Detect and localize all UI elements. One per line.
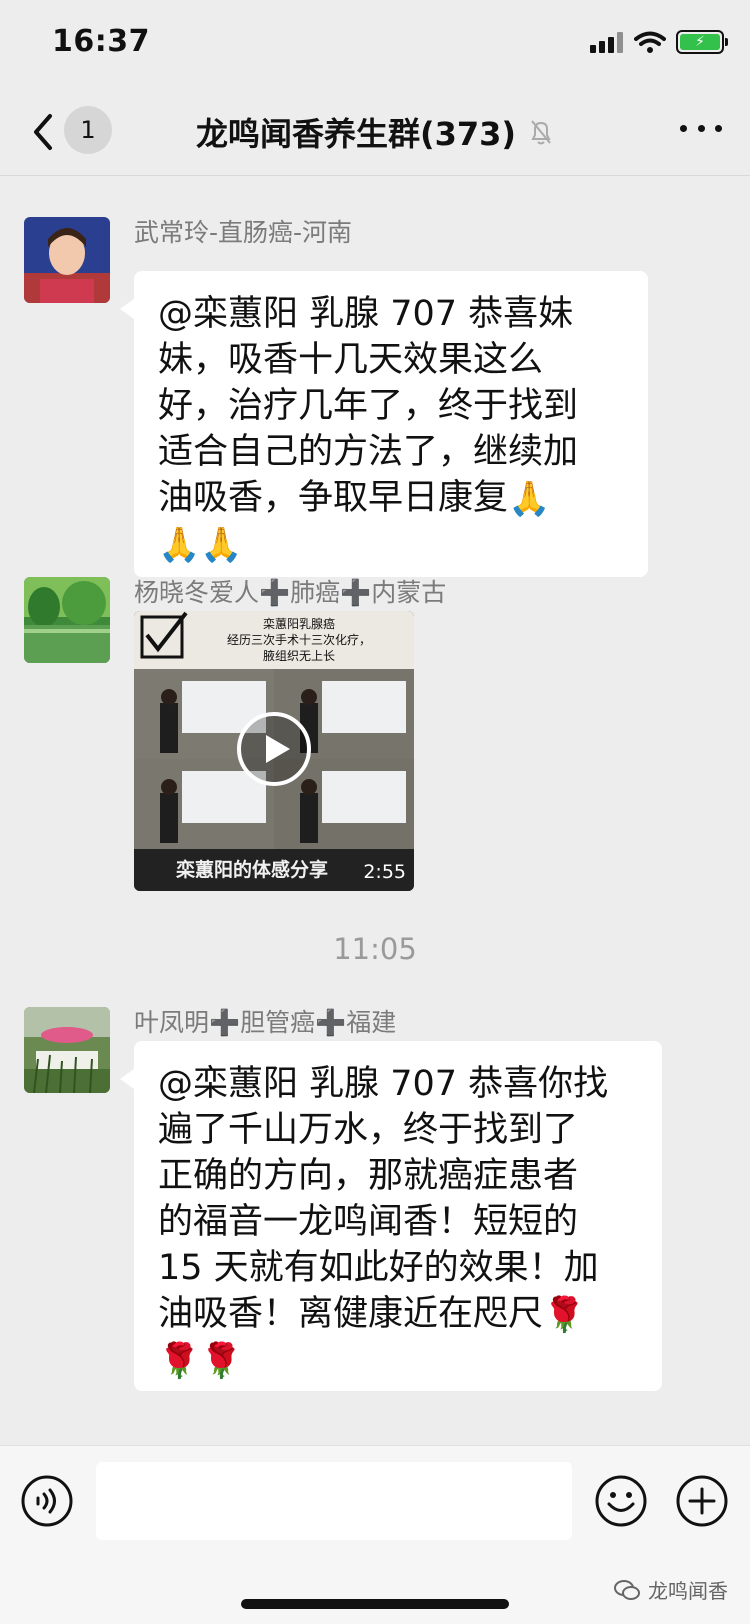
more-button[interactable] (680, 122, 722, 134)
chat-title-wrap: 龙鸣闻香养生群(373) (140, 104, 610, 160)
status-time: 16:37 (52, 24, 150, 59)
message-line: 🙏🙏 (158, 521, 624, 567)
avatar[interactable] (24, 577, 110, 663)
message-line-text: 油吸香，争取早日康复 (158, 478, 509, 518)
pray-emoji: 🙏🙏 (158, 525, 243, 565)
plus-icon[interactable] (675, 1474, 729, 1528)
voice-icon[interactable] (20, 1474, 74, 1528)
sender-name: 杨晓冬爱人➕肺癌➕内蒙古 (134, 578, 447, 607)
message-line: @栾蕙阳 乳腺 707 恭喜你找 (158, 1064, 609, 1104)
message-line: 适合自己的方法了，继续加 (158, 432, 579, 472)
message-line: 好，治疗几年了，终于找到 (158, 386, 579, 426)
more-dot (680, 124, 687, 132)
chat-message-list[interactable]: 武常玲-直肠癌-河南 @栾蕙阳 乳腺 707 恭喜妹 妹，吸香十几天效果这么 好… (0, 177, 750, 1445)
emoji-icon[interactable] (594, 1474, 648, 1528)
chat-title: 龙鸣闻香养生群(373) (195, 115, 517, 153)
battery-icon: ⚡ (676, 30, 728, 54)
unread-badge[interactable]: 1 (64, 106, 112, 154)
chat-message: 武常玲-直肠癌-河南 @栾蕙阳 乳腺 707 恭喜妹 妹，吸香十几天效果这么 好… (0, 207, 750, 577)
message-line: 油吸香！离健康近在咫尺🌹 (158, 1291, 638, 1337)
video-caption-line3: 腋组织无上长 (263, 648, 335, 663)
chat-message: 叶凤明➕胆管癌➕福建 @栾蕙阳 乳腺 707 恭喜你找 遍了千山万水，终于找到了… (0, 997, 750, 1427)
play-icon[interactable] (236, 711, 312, 787)
wifi-icon (634, 31, 666, 53)
message-line: @栾蕙阳 乳腺 707 恭喜妹 (158, 294, 574, 334)
message-line-text: 油吸香！离健康近在咫尺 (158, 1294, 544, 1334)
rose-emoji: 🌹 (543, 1295, 586, 1335)
message-line: 15 天就有如此好的效果！加 (158, 1248, 599, 1288)
video-caption-top: 栾蕙阳乳腺癌 (263, 616, 335, 631)
message-line: 正确的方向，那就癌症患者 (158, 1156, 579, 1196)
video-caption-bottom: 栾蕙阳的体感分享 (175, 858, 328, 881)
back-button[interactable] (28, 110, 56, 154)
bell-slash-icon (531, 120, 551, 145)
time-separator: 11:05 (333, 932, 417, 966)
status-icons: ⚡ (590, 30, 728, 54)
message-line: 油吸香，争取早日康复🙏 (158, 475, 624, 521)
chat-header: 1 龙鸣闻香养生群(373) (0, 88, 750, 176)
sender-name: 叶凤明➕胆管癌➕福建 (134, 1008, 397, 1037)
video-duration: 2:55 (363, 861, 406, 883)
video-message[interactable]: 栾蕙阳乳腺癌 经历三次手术十三次化疗， 腋组织无上长 栾蕙阳的体感分享 2:55 (134, 611, 414, 891)
home-indicator[interactable] (241, 1599, 509, 1609)
video-caption-line2: 经历三次手术十三次化疗， (227, 633, 371, 647)
message-input[interactable] (96, 1462, 572, 1540)
message-line: 妹，吸香十几天效果这么 (158, 340, 544, 380)
more-dot (715, 124, 722, 132)
message-bubble[interactable]: @栾蕙阳 乳腺 707 恭喜妹 妹，吸香十几天效果这么 好，治疗几年了，终于找到… (120, 271, 648, 577)
chat-message: 杨晓冬爱人➕肺癌➕内蒙古 栾蕙阳乳腺癌 经历三次手术十三次化疗， 腋组织无上长 (0, 577, 750, 897)
watermark: 龙鸣闻香 (614, 1575, 728, 1604)
more-dot (697, 124, 705, 132)
watermark-text: 龙鸣闻香 (648, 1579, 728, 1603)
avatar[interactable] (24, 1007, 110, 1093)
sender-name: 武常玲-直肠癌-河南 (134, 218, 353, 247)
avatar[interactable] (24, 217, 110, 303)
message-line: 🌹🌹 (158, 1337, 638, 1383)
signal-icon (590, 31, 624, 53)
wechat-icon (614, 1579, 640, 1600)
message-bubble[interactable]: @栾蕙阳 乳腺 707 恭喜你找 遍了千山万水，终于找到了 正确的方向，那就癌症… (120, 1041, 662, 1391)
status-bar: 16:37 ⚡ (0, 0, 750, 88)
message-line: 的福音一龙鸣闻香！短短的 (158, 1202, 579, 1242)
rose-emoji: 🌹🌹 (158, 1341, 243, 1381)
pray-emoji: 🙏 (508, 479, 551, 519)
message-line: 遍了千山万水，终于找到了 (158, 1110, 579, 1150)
